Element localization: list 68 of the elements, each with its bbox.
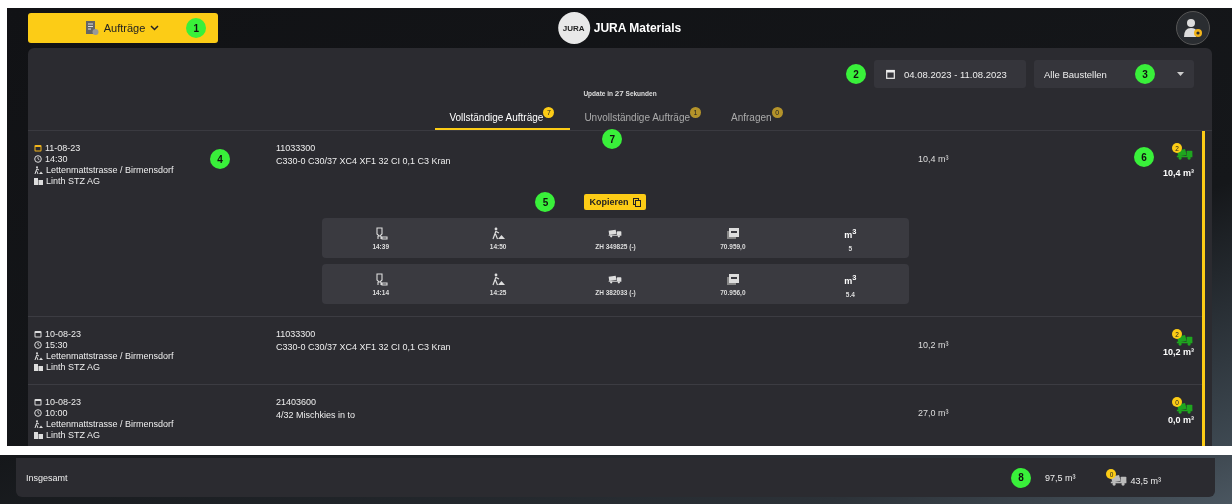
order-time: 10:00 [45,408,68,418]
order-number: 11033300 [276,143,317,153]
delivered-volume: 10,2 m³ [1162,347,1194,357]
callout-marker: 6 [1134,147,1154,167]
orders-menu-button[interactable]: Aufträge 1 [28,13,218,43]
total-volume: 97,5 m³ [1044,472,1076,483]
document-icon [84,20,99,36]
copy-icon [632,197,641,207]
worker-icon [34,166,43,174]
silo-icon [373,272,388,286]
order-number: 11033300 [276,329,317,339]
totals-label: Insgesamt [26,472,69,483]
callout-marker: 3 [1135,64,1155,84]
silo-icon [373,226,388,240]
callout-marker: 8 [1010,467,1031,488]
date-range-field[interactable]: 04.08.2023 - 11.08.2023 [874,60,1026,88]
worker-icon [34,352,43,360]
order-date: 10-08-23 [45,329,82,339]
product-name: C330-0 C30/37 XC4 XF1 32 CI 0,1 C3 Kran [276,342,452,352]
company-name: Linth STZ AG [46,430,101,440]
document-icon [725,226,740,240]
worker-icon [491,272,506,286]
building-icon [34,431,43,439]
company-name: Linth STZ AG [46,176,101,186]
mixer-truck-icon [1110,474,1129,486]
mixer-truck-icon [1176,334,1194,346]
volume-label: m$^{3}$ [844,225,857,242]
delivered-volume: 0,0 m³ [1168,415,1194,425]
order-time: 15:30 [45,340,68,350]
site-name: Lettenmattstrasse / Birmensdorf [46,351,174,361]
volume-label: m$^{3}$ [844,271,857,288]
order-date: 11-08-23 [45,143,81,153]
app-title: JURA Materials [593,21,682,35]
order-time: 14:30 [45,154,68,164]
delivered-volume: 10,4 m³ [1162,168,1194,178]
clock-icon [34,409,42,417]
total-delivered: 43,5 m³ [1130,476,1161,486]
company-name: Linth STZ AG [46,362,101,372]
worker-icon [34,420,43,428]
building-icon [34,363,43,371]
building-icon [34,177,43,185]
clock-icon [34,341,42,349]
dropdown-arrow-icon [1177,72,1184,76]
callout-marker: 7 [602,129,623,149]
callout-marker: 1 [186,18,207,38]
site-select[interactable]: Alle Baustellen 3 [1034,60,1194,88]
ordered-volume: 27,0 m³ [918,408,949,418]
chevron-down-icon [150,25,160,31]
document-icon [725,272,740,286]
clock-icon [34,155,42,163]
callout-marker: 2 [846,64,866,84]
callout-marker: 5 [535,192,556,212]
user-settings-icon[interactable] [1176,11,1210,45]
calendar-icon [886,69,895,79]
order-date: 10-08-23 [45,397,82,407]
callout-marker: 4 [210,149,230,169]
mixer-truck-icon [1176,402,1194,414]
worker-icon [491,226,506,240]
copy-button[interactable]: Kopieren [584,194,646,210]
site-name: Lettenmattstrasse / Birmensdorf [46,419,174,429]
order-number: 21403600 [276,397,318,407]
brand-logo: JURA [557,12,590,44]
site-name: Lettenmattstrasse / Birmensdorf [46,165,174,175]
product-name: C330-0 C30/37 XC4 XF1 32 CI 0,1 C3 Kran [276,156,452,166]
ordered-volume: 10,2 m³ [918,340,949,350]
product-name: 4/32 Mischkies in to [276,410,357,420]
mixer-truck-icon [1176,148,1194,160]
ordered-volume: 10,4 m³ [918,154,949,164]
